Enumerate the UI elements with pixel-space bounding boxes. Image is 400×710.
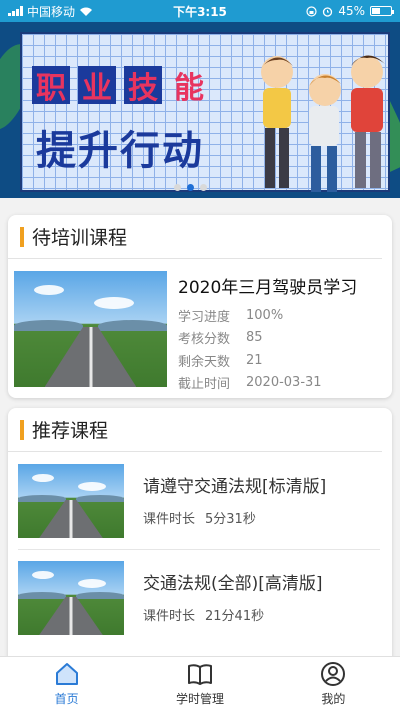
recommended-course-title[interactable]: 请遵守交通法规[标清版] [143, 472, 326, 497]
duration-label: 课件时长 [143, 609, 196, 624]
signal-icon [8, 6, 23, 16]
book-icon [187, 663, 212, 685]
divider [18, 549, 380, 550]
course-thumbnail[interactable] [18, 464, 124, 538]
banner-title-line2: 提升行动 [36, 128, 204, 174]
banner-title-char: 职 [32, 66, 70, 106]
recommend-section-title: 推荐课程 [32, 420, 109, 442]
duration-value: 21分41秒 [205, 609, 265, 624]
course-days-left-value: 21 [246, 352, 263, 368]
tab-study-hours-label: 学时管理 [175, 691, 224, 706]
section-accent-bar [20, 419, 24, 440]
banner-title-char: 业 [78, 66, 116, 106]
carousel-dot[interactable] [200, 184, 207, 191]
course-score-label: 考核分数 [178, 332, 231, 348]
duration-value: 5分31秒 [205, 512, 256, 527]
course-thumbnail[interactable] [14, 271, 167, 387]
course-days-left-row: 剩余天数 21 [178, 349, 388, 372]
banner-title-line1: 职 业 技 能 [32, 66, 208, 106]
course-deadline-label: 截止时间 [178, 377, 231, 393]
recommended-course-item[interactable]: 请遵守交通法规[标清版] 课件时长 5分31秒 [8, 454, 392, 546]
recommended-course-duration: 课件时长 5分31秒 [143, 508, 256, 527]
section-accent-bar [20, 226, 24, 247]
tab-home[interactable]: 首页 [0, 657, 133, 710]
alarm-icon [323, 6, 333, 17]
promo-banner[interactable]: 职 业 技 能 提升行动 [0, 22, 400, 198]
carousel-indicator[interactable] [174, 184, 207, 191]
battery-icon [370, 6, 394, 16]
course-score-value: 85 [246, 330, 263, 346]
pending-section-title: 待培训课程 [32, 227, 128, 249]
recommended-course-duration: 课件时长 21分41秒 [143, 605, 264, 624]
kids-illustration [261, 55, 385, 192]
course-thumbnail[interactable] [18, 561, 124, 635]
recommended-course-title[interactable]: 交通法规(全部)[高清版] [143, 569, 323, 594]
pending-courses-card: 待培训课程 2020年三月驾驶员学习 学习进度 100% 考核分数 85 剩余天数 2… [8, 215, 392, 398]
carousel-dot[interactable] [174, 184, 181, 191]
screen-lock-icon [306, 5, 317, 17]
course-progress-row: 学习进度 100% [178, 304, 388, 327]
course-days-left-label: 剩余天数 [178, 354, 231, 370]
tab-study-hours[interactable]: 学时管理 [133, 657, 266, 710]
tab-profile[interactable]: 我的 [267, 657, 400, 710]
course-deadline-value: 2020-03-31 [246, 375, 322, 391]
home-icon [55, 662, 78, 685]
pending-section-header: 待培训课程 [8, 215, 382, 259]
profile-icon [321, 661, 346, 686]
recommended-course-item[interactable]: 交通法规(全部)[高清版] 课件时长 21分41秒 [8, 551, 392, 643]
course-deadline-row: 截止时间 2020-03-31 [178, 372, 388, 395]
banner-title-char: 技 [124, 66, 162, 106]
tab-profile-label: 我的 [321, 691, 346, 706]
battery-percent: 45% [338, 4, 365, 18]
course-title[interactable]: 2020年三月驾驶员学习 [178, 273, 388, 298]
carousel-dot[interactable] [187, 184, 194, 191]
status-bar: 中国移动 下午3:15 45% [0, 0, 400, 22]
course-score-row: 考核分数 85 [178, 327, 388, 350]
pending-course-info[interactable]: 2020年三月驾驶员学习 学习进度 100% 考核分数 85 剩余天数 21 截止时间… [178, 273, 388, 394]
wifi-icon [80, 7, 93, 16]
course-progress-value: 100% [246, 307, 284, 323]
recommended-courses-card: 推荐课程 请遵守交通法规[标清版] 课件时长 5分31秒 交通法规(全部)[高清… [8, 408, 392, 668]
bottom-tab-bar: 首页 学时管理 我的 [0, 656, 400, 710]
banner-title-char: 能 [174, 71, 204, 106]
carrier-label: 中国移动 [27, 4, 76, 19]
recommend-section-header: 推荐课程 [8, 408, 382, 452]
course-progress-label: 学习进度 [178, 309, 231, 325]
duration-label: 课件时长 [143, 512, 196, 527]
tab-home-label: 首页 [54, 691, 79, 706]
